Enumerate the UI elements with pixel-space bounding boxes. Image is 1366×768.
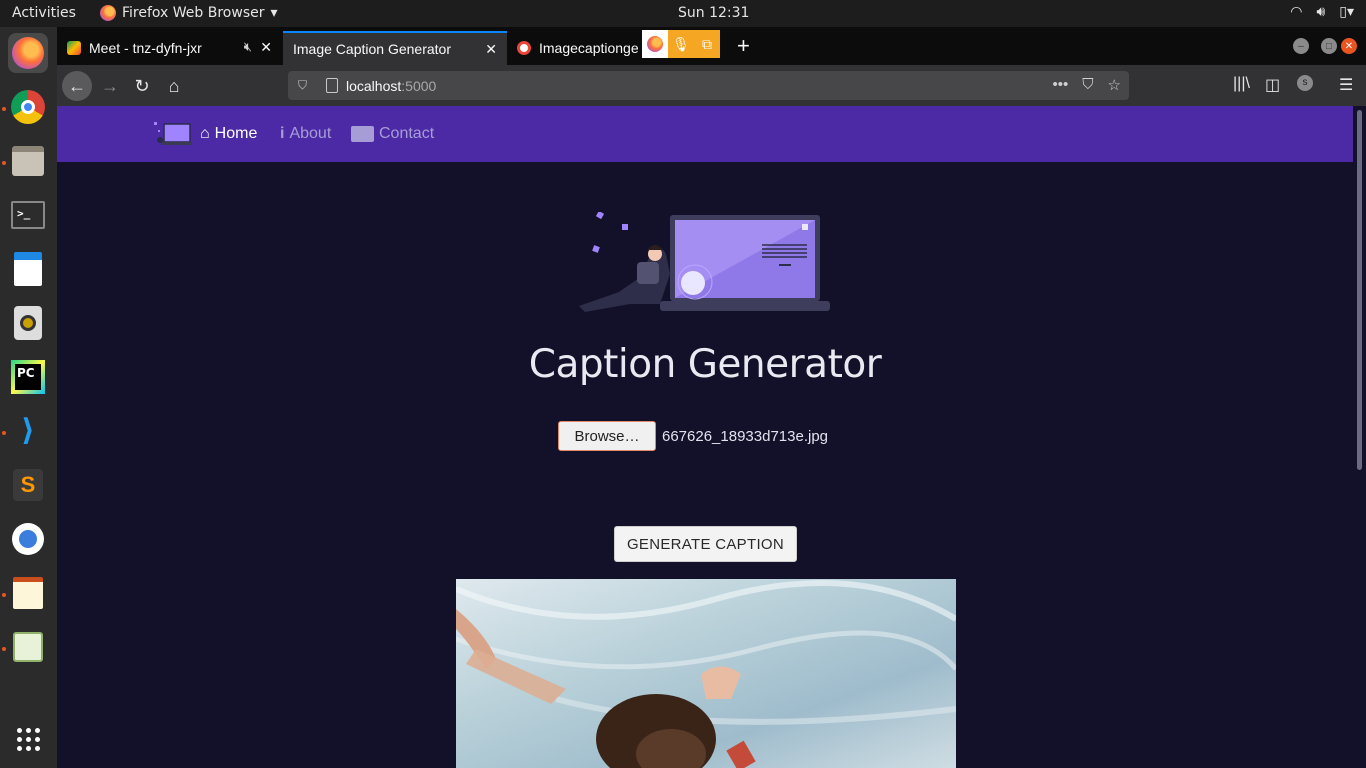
chrome-dock-icon[interactable]	[8, 87, 48, 127]
new-tab-button[interactable]: +	[737, 33, 750, 59]
app-name: Firefox Web Browser	[122, 5, 265, 21]
file-upload-field[interactable]: Browse… 667626_18933d713e.jpg	[558, 421, 828, 451]
sidebar-icon[interactable]: ◫	[1265, 75, 1280, 95]
url-bar[interactable]: ⛉ localhost:5000 ••• ⛉ ☆	[288, 71, 1129, 100]
nav-about-label: About	[289, 125, 332, 142]
account-avatar-icon[interactable]: s	[1297, 75, 1313, 91]
screen-share-icon: ⧉	[694, 30, 720, 58]
close-tab-icon[interactable]: ✕	[485, 41, 497, 58]
writer-dock-icon[interactable]	[8, 249, 48, 289]
reload-button[interactable]: ↻	[127, 71, 157, 101]
url-port: :5000	[401, 77, 437, 94]
tab-imagecaptionge[interactable]: Imagecaptionge	[507, 31, 642, 65]
minimize-button[interactable]: –	[1293, 38, 1309, 54]
uploaded-image-preview	[456, 579, 956, 768]
running-indicator	[2, 647, 6, 651]
hero-illustration	[579, 212, 830, 312]
tab-meet[interactable]: Meet - tnz-dyfn-jxr 🔇︎ ✕	[57, 31, 282, 65]
url-host: localhost	[346, 77, 402, 94]
page-title: Caption Generator	[528, 342, 882, 387]
navigation-toolbar: ← → ↻ ⌂ ⛉ localhost:5000 ••• ⛉ ☆ |||\ ◫ …	[57, 65, 1366, 106]
nav-home-link[interactable]: ⌂ Home	[200, 125, 257, 143]
nav-contact-label: Contact	[379, 125, 435, 142]
activities-button[interactable]: Activities	[12, 5, 76, 21]
close-tab-icon[interactable]: ✕	[260, 39, 272, 56]
info-icon: i	[280, 125, 285, 142]
pycharm-dock-icon[interactable]: PC	[8, 357, 48, 397]
generate-caption-button[interactable]: GENERATE CAPTION	[614, 526, 797, 562]
show-applications-icon[interactable]	[8, 719, 48, 759]
terminal-dock-icon[interactable]: >_	[8, 195, 48, 235]
microphone-icon: 🎙︎	[668, 30, 694, 58]
page-actions-icon[interactable]: •••	[1053, 76, 1069, 94]
chevron-down-icon: ▾	[270, 5, 278, 21]
running-indicator	[2, 161, 6, 165]
tab-title: Imagecaptionge	[539, 40, 639, 56]
rhythmbox-dock-icon[interactable]	[8, 303, 48, 343]
tracking-protection-icon[interactable]: ⛉	[298, 78, 312, 93]
sublime-dock-icon[interactable]: S	[8, 465, 48, 505]
tab-image-caption-generator[interactable]: Image Caption Generator ✕	[283, 31, 507, 65]
volume-icon: 🔊︎	[1316, 4, 1326, 20]
site-logo-icon[interactable]	[152, 120, 192, 150]
system-top-bar: Activities Firefox Web Browser ▾ Sun 12:…	[0, 0, 1366, 27]
url-text[interactable]: localhost:5000	[346, 78, 436, 94]
files-dock-icon[interactable]	[8, 141, 48, 181]
web-page: ⌂ Home i About Contact Caption Generator…	[57, 106, 1353, 768]
wifi-icon: ◠	[1290, 4, 1303, 20]
meet-favicon-icon	[67, 41, 81, 55]
tab-title: Meet - tnz-dyfn-jxr	[89, 40, 202, 56]
app-menu[interactable]: Firefox Web Browser ▾	[100, 5, 278, 21]
pocket-icon[interactable]: ⛉	[1082, 76, 1093, 94]
running-indicator	[2, 107, 6, 111]
screen-share-indicator[interactable]: 🎙︎ ⧉	[642, 30, 720, 58]
close-window-button[interactable]: ✕	[1341, 38, 1357, 54]
firefox-icon	[100, 5, 116, 21]
firefox-dock-icon[interactable]	[8, 33, 48, 73]
selected-file-name: 667626_18933d713e.jpg	[662, 427, 829, 445]
address-card-icon	[351, 126, 374, 142]
tab-title: Image Caption Generator	[293, 41, 451, 57]
tab-bar: Meet - tnz-dyfn-jxr 🔇︎ ✕ Image Caption G…	[57, 27, 1366, 65]
running-indicator	[2, 431, 6, 435]
colab-favicon-icon	[517, 41, 531, 55]
page-info-icon[interactable]	[326, 78, 338, 93]
forward-button[interactable]: →	[95, 71, 125, 101]
library-icon[interactable]: |||\	[1233, 75, 1250, 93]
site-navbar: ⌂ Home i About Contact	[57, 106, 1353, 162]
maximize-button[interactable]: □	[1321, 38, 1337, 54]
page-scrollbar[interactable]	[1353, 106, 1366, 768]
nav-about-link[interactable]: i About	[280, 125, 331, 143]
back-button[interactable]: ←	[62, 71, 92, 101]
home-button[interactable]: ⌂	[159, 71, 189, 101]
browse-button[interactable]: Browse…	[558, 421, 656, 451]
dock: >_ PC ⟩ S	[0, 27, 57, 768]
home-icon: ⌂	[200, 125, 210, 142]
system-tray[interactable]: ◠ 🔊︎ ▯▾	[1290, 4, 1354, 20]
uploaded-photo	[456, 580, 956, 768]
nav-home-label: Home	[214, 125, 258, 142]
bookmark-star-icon[interactable]: ☆	[1108, 76, 1121, 94]
hamburger-menu-icon[interactable]: ☰	[1339, 75, 1353, 95]
text-editor-dock-icon[interactable]	[8, 573, 48, 613]
running-indicator	[2, 593, 6, 597]
firefox-sharing-icon	[642, 30, 668, 58]
clock[interactable]: Sun 12:31	[678, 5, 749, 21]
scrollbar-thumb[interactable]	[1357, 110, 1362, 470]
android-studio-dock-icon[interactable]	[8, 519, 48, 559]
image-viewer-dock-icon[interactable]	[8, 627, 48, 667]
vscode-dock-icon[interactable]: ⟩	[8, 411, 48, 451]
battery-icon: ▯▾	[1339, 4, 1354, 20]
muted-speaker-icon[interactable]: 🔇︎	[244, 39, 252, 55]
nav-contact-link[interactable]: Contact	[351, 125, 434, 143]
